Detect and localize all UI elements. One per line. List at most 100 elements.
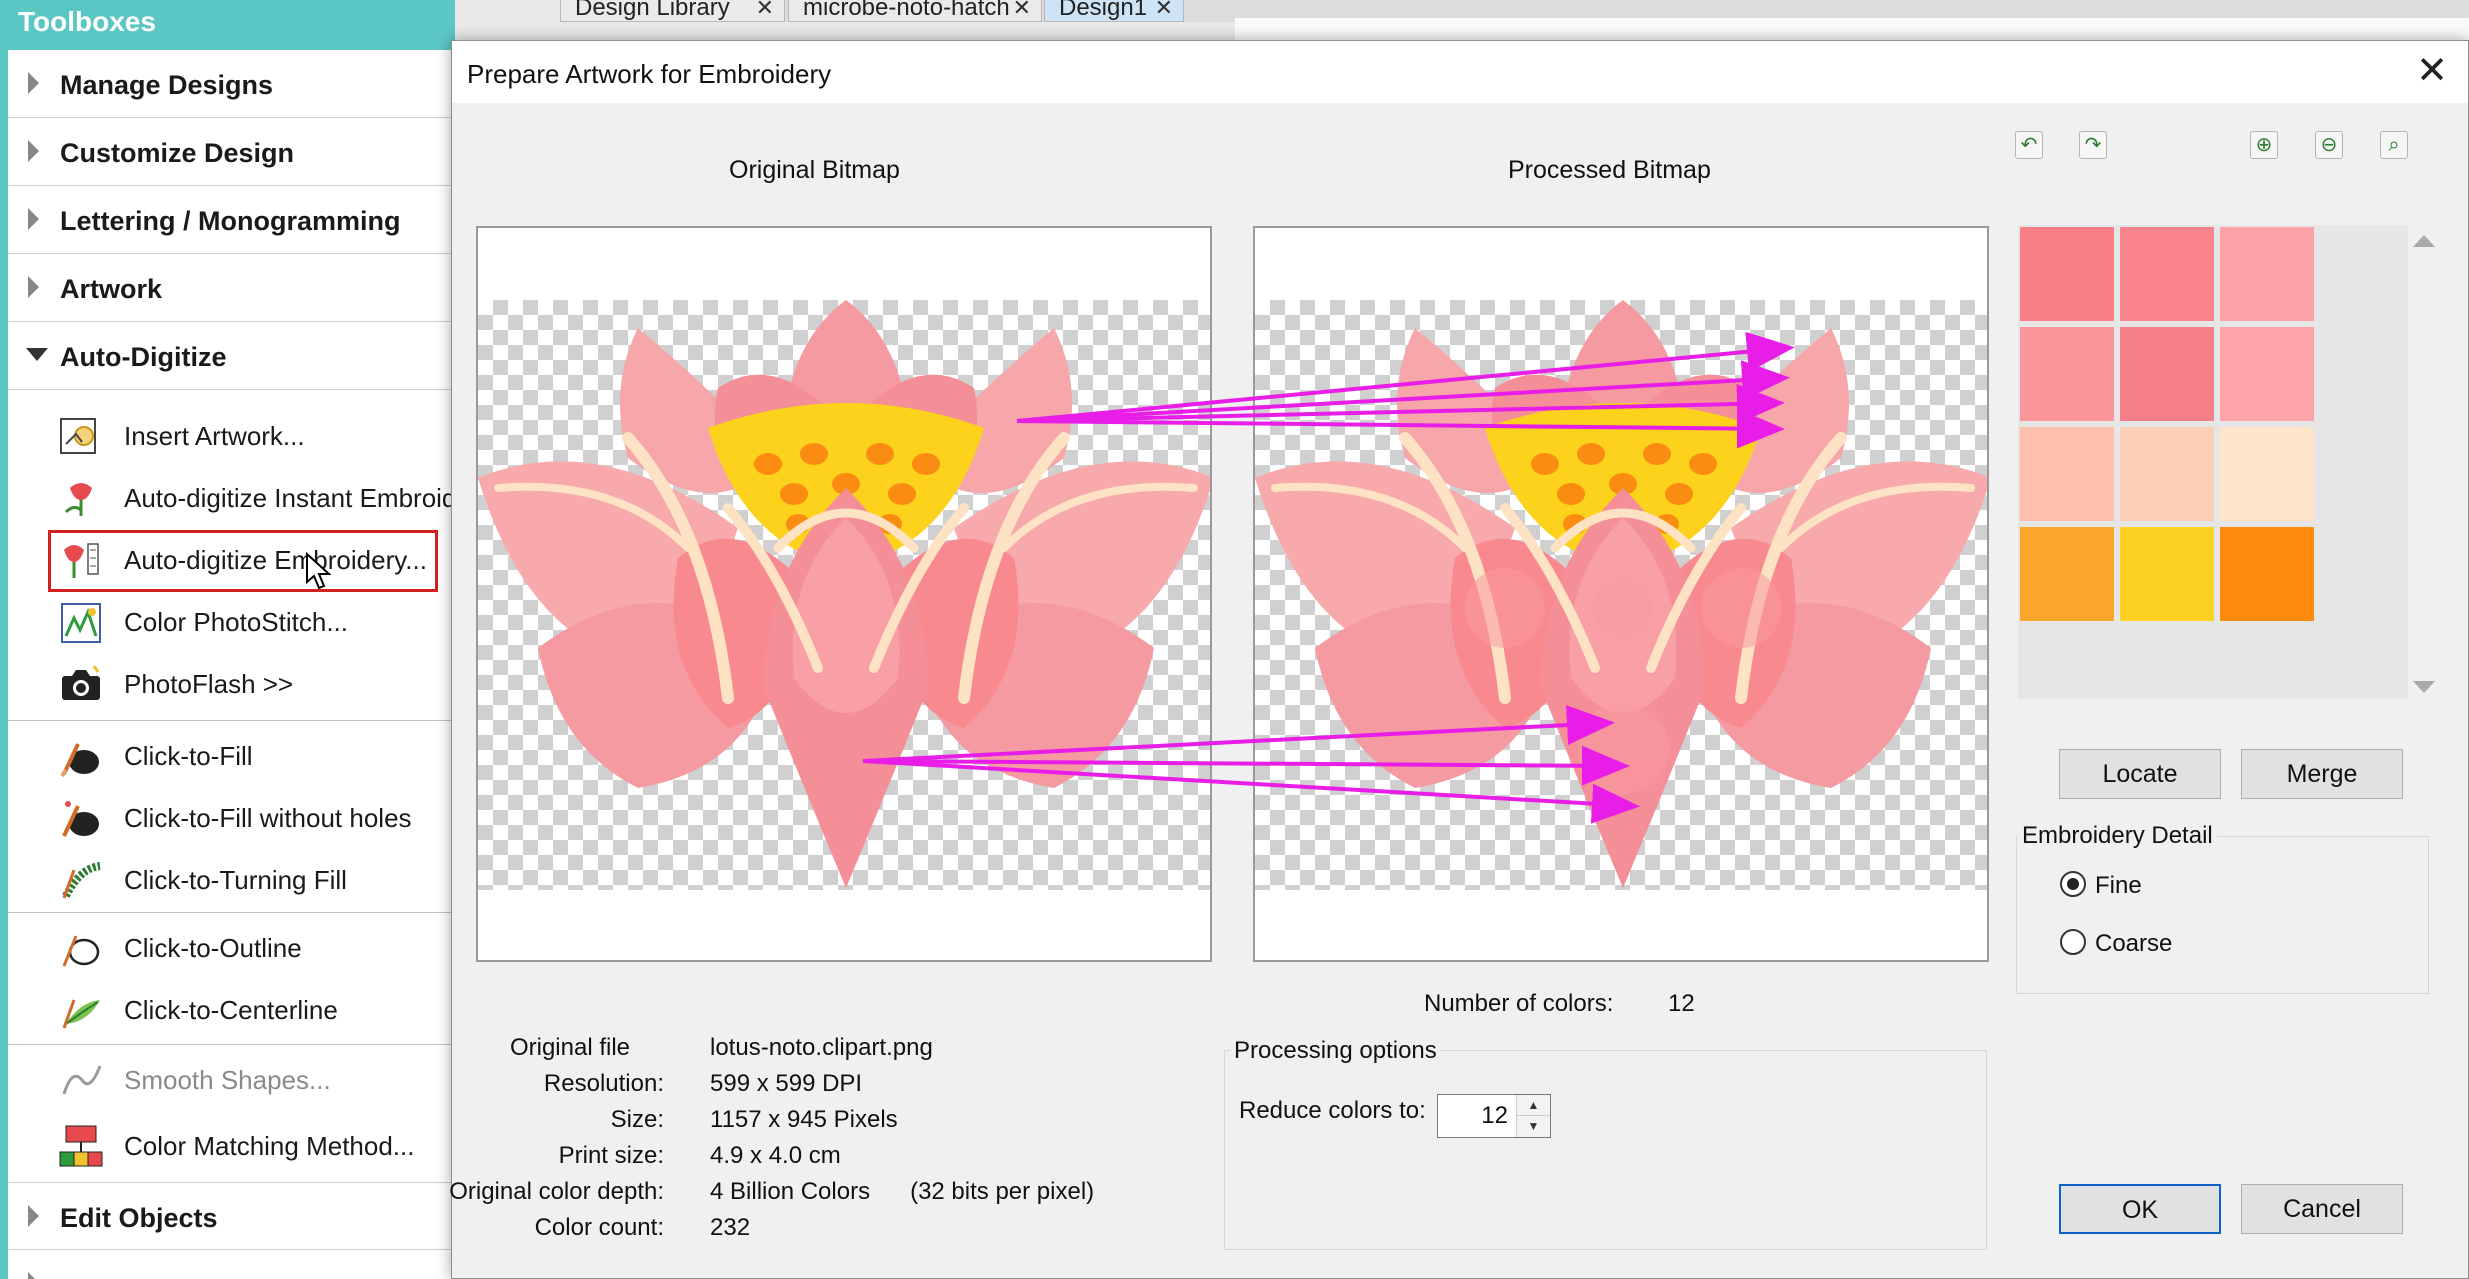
tool-click-to-fill-without-holes[interactable]: Click-to-Fill without holes [8,786,455,848]
scroll-up-icon[interactable] [2413,235,2435,247]
click-fill-no-holes-icon [62,801,99,837]
section-lettering[interactable]: Lettering / Monogramming [8,186,455,254]
color-depth-label: Original color depth: [449,1178,664,1205]
outline-icon [62,935,100,967]
turning-fill-icon [62,862,101,899]
tool-click-to-fill[interactable]: Click-to-Fill [8,724,455,786]
expand-arrow-icon [28,276,39,298]
section-artwork[interactable]: Artwork [8,254,455,322]
zoom-in-icon[interactable]: ⊕ [2250,131,2278,159]
resolution-value: 599 x 599 DPI [710,1070,863,1097]
merge-button[interactable]: Merge [2241,749,2403,799]
tool-instant-embroidery[interactable]: Auto-digitize Instant Embroidery [8,466,493,528]
section-label: Manage Designs [60,70,274,100]
tool-label: Click-to-Outline [124,933,302,963]
tab-design-library[interactable]: Design Library ✕ [560,0,785,22]
divider [8,912,455,913]
spin-up-icon[interactable]: ▲ [1516,1095,1550,1116]
color-depth-value: 4 Billion Colors (32 bits per pixel) [710,1178,1095,1205]
tool-label: Smooth Shapes... [124,1065,331,1095]
color-matching-icon [59,1125,103,1167]
expand-arrow-icon [28,1205,39,1227]
highlight-box [48,530,438,592]
tool-click-to-outline[interactable]: Click-to-Outline [8,916,455,978]
close-icon[interactable]: ✕ [2416,51,2448,91]
section-label: Edit Objects [60,1203,218,1233]
tool-click-to-centerline[interactable]: Click-to-Centerline [8,978,455,1040]
coarse-radio[interactable] [2060,929,2086,955]
color-count-label: Color count: [534,1214,664,1241]
tool-label: Color Matching Method... [124,1131,415,1161]
color-swatch[interactable] [2120,527,2214,621]
color-swatch[interactable] [2020,427,2114,521]
color-swatch[interactable] [2120,427,2214,521]
undo-icon[interactable]: ↶ [2015,131,2043,159]
color-swatch[interactable] [2220,427,2314,521]
annotation-arrows [862,331,1795,824]
tool-smooth-shapes[interactable]: Smooth Shapes... [8,1048,455,1110]
num-colors-value: 12 [1668,990,1695,1017]
camera-icon [62,665,100,700]
tool-insert-artwork[interactable]: Insert Artwork... [8,404,455,466]
prepare-artwork-dialog: Prepare Artwork for Embroidery ✕ Origina… [449,40,2469,1279]
color-swatch[interactable] [2220,327,2314,421]
tab-design1[interactable]: Design1 ✕ [1044,0,1184,22]
divider [8,720,455,721]
locate-button[interactable]: Locate [2059,749,2221,799]
color-count-value: 232 [710,1214,751,1241]
tool-label: Insert Artwork... [124,421,305,451]
ok-button[interactable]: OK [2059,1184,2221,1234]
color-swatch[interactable] [2020,527,2114,621]
close-tab-icon[interactable]: ✕ [1013,0,1031,19]
color-swatch[interactable] [2120,227,2214,321]
tool-color-photostitch[interactable]: Color PhotoStitch... [8,590,455,652]
instant-embroidery-icon [64,483,92,516]
color-swatch[interactable] [2020,327,2114,421]
close-tab-icon[interactable]: ✕ [1155,0,1173,19]
close-tab-icon[interactable]: ✕ [756,0,774,19]
resolution-label: Resolution: [543,1070,664,1097]
tab-label: microbe-noto-hatch [803,0,1010,21]
tool-label: PhotoFlash >> [124,669,294,699]
section-manage-designs[interactable]: Manage Designs [8,50,455,118]
photostitch-icon [61,603,101,643]
embroidery-detail-title: Embroidery Detail [2018,822,2217,850]
scroll-down-icon[interactable] [2413,681,2435,693]
tool-color-matching[interactable]: Color Matching Method... [8,1114,455,1176]
processing-options-group [1224,1050,1987,1250]
smooth-shapes-icon [62,1065,102,1095]
fine-label: Fine [2095,872,2142,899]
fine-radio[interactable] [2060,871,2086,897]
section-partial[interactable] [8,1250,455,1279]
zoom-out-icon[interactable]: ⊖ [2315,131,2343,159]
toolboxes-title: Toolboxes [18,6,156,37]
tool-click-to-turning-fill[interactable]: Click-to-Turning Fill [8,848,455,910]
mouse-cursor-icon [306,552,332,590]
embroidery-detail-group [2016,836,2429,994]
color-swatch[interactable] [2220,527,2314,621]
redo-icon[interactable]: ↷ [2079,131,2107,159]
reduce-colors-value[interactable]: 12 [1438,1095,1516,1137]
section-auto-digitize[interactable]: Auto-Digitize [8,322,455,390]
zoom-fit-icon[interactable]: ⌕ [2380,131,2408,159]
color-swatch[interactable] [2120,327,2214,421]
centerline-icon [62,999,100,1029]
expand-arrow-icon [28,208,39,230]
tool-label: Color PhotoStitch... [124,607,348,637]
section-label: Customize Design [60,138,295,168]
cancel-button[interactable]: Cancel [2241,1184,2403,1234]
tab-microbe-noto-hatch[interactable]: microbe-noto-hatch ✕ [788,0,1042,22]
original-file-value: lotus-noto.clipart.png [710,1034,933,1061]
tool-label: Click-to-Centerline [124,995,338,1025]
spin-down-icon[interactable]: ▼ [1516,1116,1550,1137]
toolboxes-list: Manage Designs Customize Design Letterin… [8,50,493,1279]
section-customize-design[interactable]: Customize Design [8,118,455,186]
color-swatch[interactable] [2220,227,2314,321]
section-edit-objects[interactable]: Edit Objects [8,1182,455,1250]
tool-photoflash[interactable]: PhotoFlash >> [8,652,455,714]
reduce-colors-label: Reduce colors to: [1239,1097,1426,1124]
color-swatch[interactable] [2020,227,2114,321]
expand-arrow-icon [28,1272,39,1279]
tool-label: Click-to-Fill [124,741,253,771]
reduce-colors-spinner[interactable]: 12 ▲ ▼ [1437,1094,1551,1138]
